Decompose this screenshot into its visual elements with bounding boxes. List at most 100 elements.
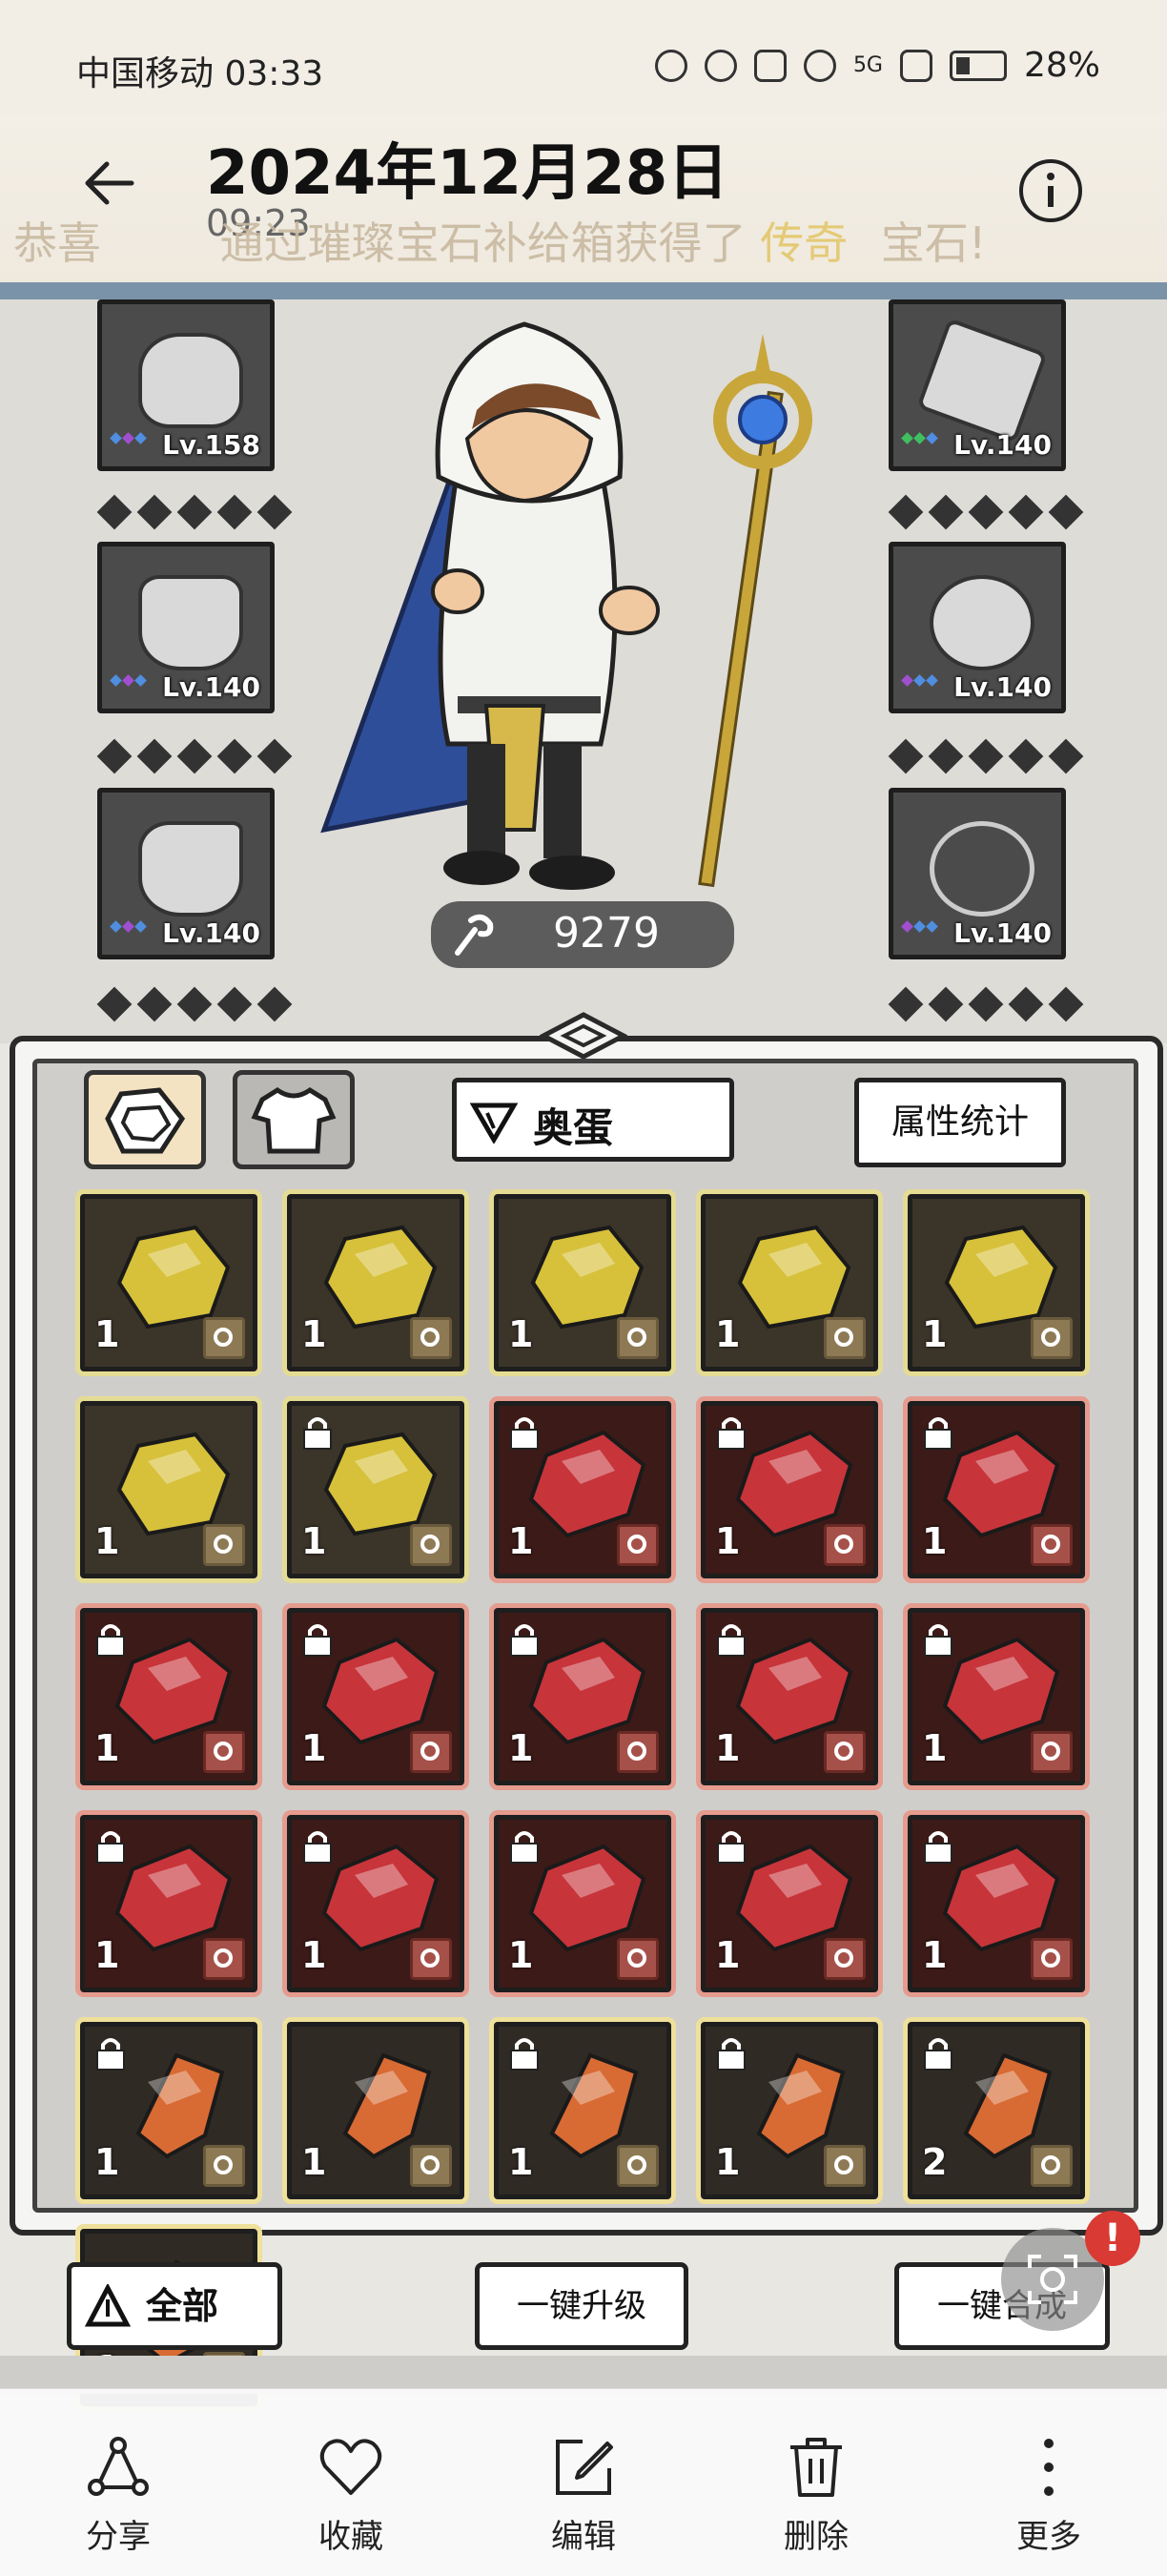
tab-gems[interactable] [84,1070,206,1169]
gem-item[interactable]: 1 [494,2022,671,2199]
gem-item[interactable]: 1 [494,1401,671,1578]
lock-icon [303,1417,332,1450]
gem-item[interactable]: 1 [701,1608,878,1785]
slot-type-icon [617,1317,659,1359]
gem-item[interactable]: 1 [287,1194,464,1371]
gem-item[interactable]: 1 [701,1401,878,1578]
gem-dots [110,918,148,947]
lock-icon [510,1417,539,1450]
gem-item[interactable]: 1 [80,1194,257,1371]
weapon-icon [916,318,1048,443]
gem-dots [110,672,148,701]
gem-item[interactable]: 1 [908,1401,1085,1578]
signal-icon [899,49,932,82]
equip-slot-necklace[interactable]: Lv.140 [889,788,1066,959]
show-all-label: 全部 [146,2285,219,2327]
slot-type-icon [203,1938,245,1980]
slot-type-icon [824,1731,866,1773]
slot-type-icon [203,1524,245,1566]
wifi-icon [803,49,836,82]
slot-type-icon [1031,1524,1073,1566]
equip-slot-cape[interactable]: Lv.140 [97,542,275,713]
network-label: 5G [852,53,883,77]
item-count: 1 [715,1313,741,1355]
gem-item[interactable]: 1 [80,1815,257,1992]
gem-item[interactable]: 1 [494,1815,671,1992]
banner-middle: 通过璀璨宝石补给箱获得了 [219,217,747,269]
item-count: 1 [301,1934,327,1976]
gem-item[interactable]: 1 [287,1608,464,1785]
equip-slot-hood[interactable]: Lv.158 [97,299,275,471]
edit-action[interactable]: 编辑 [517,2434,650,2567]
item-count: 1 [301,1520,327,1562]
equip-slot-boots[interactable]: Lv.140 [97,788,275,959]
slot-sockets [888,494,1084,532]
banner-suffix: 宝石! [880,217,987,269]
gem-item[interactable]: 1 [701,1815,878,1992]
lock-icon [717,1831,746,1864]
gem-item[interactable]: 1 [287,1401,464,1578]
gem-item[interactable]: 1 [80,1608,257,1785]
slot-type-icon [824,1938,866,1980]
item-count: 2 [922,2141,948,2183]
triangle-up-icon [85,2284,131,2327]
gem-item[interactable]: 1 [80,2022,257,2199]
item-count: 1 [508,1934,534,1976]
gem-item[interactable]: 1 [908,1608,1085,1785]
gem-item[interactable]: 1 [701,1194,878,1371]
battery-icon [949,50,1007,81]
gem-item[interactable]: 1 [908,1815,1085,1992]
equip-slot-ring[interactable]: Lv.140 [889,542,1066,713]
slot-type-icon [824,1317,866,1359]
item-count: 1 [922,1934,948,1976]
slot-sockets [96,494,293,532]
lock-icon [96,2038,125,2071]
show-all-button[interactable]: 全部 [67,2262,282,2350]
gem-dots [110,430,148,459]
tab-costumes[interactable] [233,1070,355,1169]
item-count: 1 [94,1727,120,1769]
item-count: 1 [715,1520,741,1562]
delete-action[interactable]: 删除 [749,2434,883,2567]
trash-icon [790,2438,842,2497]
equip-slot-weapon[interactable]: Lv.140 [889,299,1066,471]
slot-type-icon [410,1731,452,1773]
gem-item[interactable]: 1 [494,1194,671,1371]
gem-item[interactable]: 1 [908,1194,1085,1371]
heart-icon [319,2439,382,2495]
slot-type-icon [1031,2145,1073,2187]
one-click-upgrade-button[interactable]: 一键升级 [475,2262,688,2350]
attribute-stats-button[interactable]: 属性统计 [854,1078,1066,1167]
slot-level: Lv.140 [953,671,1052,703]
gem-item[interactable]: 1 [80,1401,257,1578]
favorite-label: 收藏 [318,2518,383,2556]
item-count: 1 [922,1520,948,1562]
favorite-action[interactable]: 收藏 [284,2434,418,2567]
back-arrow-icon[interactable] [80,155,137,212]
filter-dropdown[interactable]: 奥蛋 [452,1078,734,1162]
slot-level: Lv.140 [953,429,1052,461]
slot-type-icon [617,1524,659,1566]
power-key-icon [455,914,494,956]
slot-type-icon [203,1317,245,1359]
gem-item[interactable]: 1 [494,1608,671,1785]
gem-item[interactable]: 1 [287,2022,464,2199]
hero-character[interactable] [315,296,849,916]
gem-item[interactable]: 1 [701,2022,878,2199]
headphones-icon [704,49,737,82]
slot-type-icon [1031,1317,1073,1359]
item-count: 1 [301,1313,327,1355]
slot-type-icon [617,2145,659,2187]
share-icon [88,2437,149,2496]
item-count: 1 [715,1934,741,1976]
more-action[interactable]: 更多 [982,2434,1116,2567]
status-bar: 中国移动 03:33 5G 28% [0,0,1167,134]
gem-dots [901,430,939,459]
gem-item[interactable]: 2 [908,2022,1085,2199]
share-action[interactable]: 分享 [51,2434,185,2567]
gem-item[interactable]: 1 [287,1815,464,1992]
hood-icon [138,333,243,428]
lock-icon [510,1831,539,1864]
item-count: 1 [94,1520,120,1562]
banner-prefix: 恭喜 [13,217,101,269]
